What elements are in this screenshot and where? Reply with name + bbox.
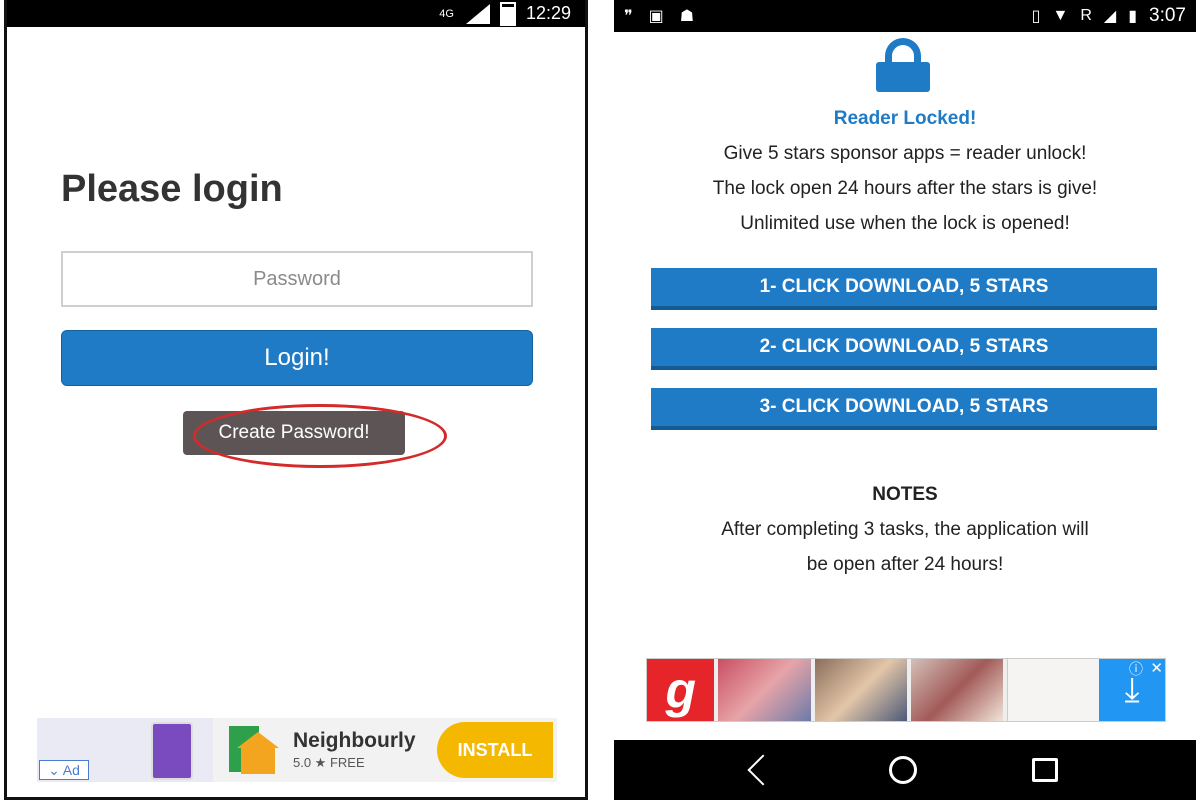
network-type: 4G [439, 7, 454, 20]
right-phone-screen: ❞ ▣ ☗ ▯ ▼ R ◢ ▮ 3:07 Reader Locked! Give… [614, 0, 1196, 800]
locked-title: Reader Locked! [833, 108, 977, 129]
notes-title: NOTES [872, 484, 938, 505]
battery-icon [499, 1, 516, 26]
info-line: Unlimited use when the lock is opened! [740, 213, 1070, 234]
home-icon[interactable] [888, 756, 917, 784]
page-title: Please login [61, 168, 283, 210]
highlight-annotation [193, 404, 447, 468]
hangouts-icon: ❞ [624, 8, 633, 25]
download-button-1[interactable]: 1- CLICK DOWNLOAD, 5 STARS [651, 268, 1157, 310]
password-input[interactable] [61, 251, 533, 307]
ad-download-tile[interactable]: ⤓ ⓘ ✕ [1099, 659, 1165, 721]
status-time: 12:29 [525, 3, 571, 23]
ad-app-name: Neighbourly [293, 729, 416, 752]
ad-banner[interactable]: g ⤓ ⓘ ✕ [646, 658, 1166, 722]
download-button-2[interactable]: 2- CLICK DOWNLOAD, 5 STARS [651, 328, 1157, 370]
navigation-bar [614, 740, 1196, 800]
ad-preview-image: ⌄ Ad [37, 718, 213, 782]
notes-line: After completing 3 tasks, the applicatio… [721, 519, 1089, 540]
ad-thumbnail [910, 659, 1003, 721]
battery-charging-icon: ▮ [1128, 8, 1138, 25]
status-time: 3:07 [1149, 5, 1186, 26]
ad-info-icon[interactable]: ⓘ [1129, 659, 1143, 679]
download-button-3[interactable]: 3- CLICK DOWNLOAD, 5 STARS [651, 388, 1157, 430]
ad-thumbnail [718, 659, 811, 721]
ad-banner[interactable]: ⌄ Ad Neighbourly 5.0 ★ FREE INSTALL [37, 718, 557, 782]
ad-thumbnail [814, 659, 907, 721]
ad-app-info: Neighbourly 5.0 ★ FREE [293, 729, 437, 771]
info-line: The lock open 24 hours after the stars i… [712, 178, 1098, 199]
ad-app-rating: 5.0 ★ FREE [293, 755, 365, 770]
back-icon[interactable] [747, 754, 779, 786]
info-line: Give 5 stars sponsor apps = reader unloc… [723, 143, 1087, 164]
status-bar: 4G 12:29 [7, 0, 585, 27]
ad-label-text: Ad [62, 762, 80, 778]
wifi-icon: ▼ [1052, 7, 1069, 24]
install-button[interactable]: INSTALL [437, 722, 553, 778]
notes-line: be open after 24 hours! [806, 554, 1004, 575]
lock-icon [876, 38, 930, 94]
ad-close-icon[interactable]: ✕ [1150, 659, 1163, 677]
ad-logo: g [647, 659, 715, 721]
chevron-down-icon: ⌄ [48, 761, 60, 778]
image-icon: ▣ [648, 8, 664, 25]
vibrate-icon: ▯ [1031, 8, 1041, 25]
neighbourly-app-icon [227, 724, 279, 776]
recent-apps-icon[interactable] [1032, 758, 1059, 782]
ad-phone-image [151, 722, 193, 780]
status-bar: ❞ ▣ ☗ ▯ ▼ R ◢ ▮ 3:07 [614, 0, 1196, 32]
signal-icon: ◢ [1103, 8, 1117, 25]
roaming-indicator: R [1080, 7, 1092, 24]
ad-choices-button[interactable]: ⌄ Ad [39, 760, 89, 780]
ad-thumbnail [1006, 659, 1100, 721]
android-icon: ☗ [679, 8, 695, 25]
login-button[interactable]: Login! [61, 330, 533, 386]
left-phone-screen: 4G 12:29 Please login Login! Create Pass… [4, 0, 588, 800]
signal-icon [465, 3, 490, 24]
